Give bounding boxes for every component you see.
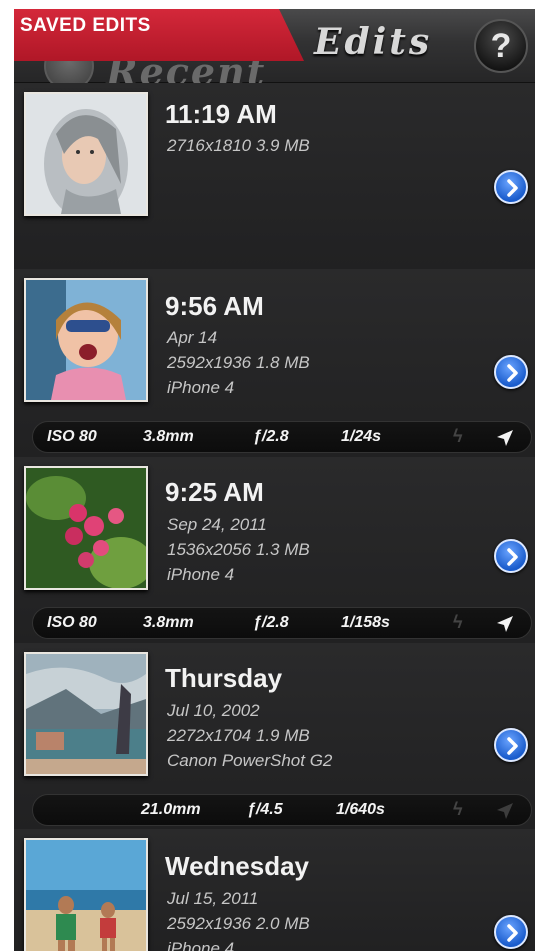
edit-time: Wednesday	[165, 851, 310, 881]
edit-time: 11:19 AM	[165, 99, 277, 129]
edit-meta: Apr 14 2592x1936 1.8 MB iPhone 4	[167, 325, 310, 400]
edit-meta: 2716x1810 3.9 MB	[167, 133, 310, 158]
edit-dimensions: 2592x1936 2.0 MB	[167, 914, 310, 933]
exif-aperture: ƒ/2.8	[253, 614, 289, 631]
edit-row[interactable]: 9:56 AM Apr 14 2592x1936 1.8 MB iPhone 4…	[14, 269, 535, 457]
edit-dimensions: 2716x1810 3.9 MB	[167, 136, 310, 155]
edit-date: Sep 24, 2011	[167, 515, 267, 534]
exif-focal-length: 3.8mm	[143, 614, 194, 631]
flash-icon: ϟ	[453, 426, 463, 446]
location-arrow-icon	[497, 803, 513, 819]
photo-thumbnail	[24, 466, 148, 590]
exif-aperture: ƒ/2.8	[253, 428, 289, 445]
chevron-right-icon[interactable]	[494, 539, 528, 573]
edit-row[interactable]: 11:19 AM 2716x1810 3.9 MB	[14, 83, 535, 269]
edit-time: 9:56 AM	[165, 291, 264, 321]
edit-dimensions: 1536x2056 1.3 MB	[167, 540, 310, 559]
edit-row[interactable]: Thursday Jul 10, 2002 2272x1704 1.9 MB C…	[14, 643, 535, 829]
edit-date: Apr 14	[167, 328, 218, 347]
edit-row[interactable]: 9:25 AM Sep 24, 2011 1536x2056 1.3 MB iP…	[14, 457, 535, 643]
chevron-right-icon[interactable]	[494, 915, 528, 949]
edit-dimensions: 2592x1936 1.8 MB	[167, 353, 310, 372]
photo-thumbnail	[24, 278, 148, 402]
exif-bar: ISO 80 3.8mm ƒ/2.8 1/24s ϟ	[32, 421, 532, 453]
photo-thumbnail	[24, 652, 148, 776]
edit-time: 9:25 AM	[165, 477, 264, 507]
edit-row[interactable]: Wednesday Jul 15, 2011 2592x1936 2.0 MB …	[14, 829, 535, 951]
exif-bar: ISO 80 3.8mm ƒ/2.8 1/158s ϟ	[32, 607, 532, 639]
location-arrow-icon	[497, 616, 513, 632]
chevron-right-icon[interactable]	[494, 170, 528, 204]
edit-camera: iPhone 4	[167, 378, 235, 397]
edit-date: Jul 10, 2002	[167, 701, 260, 720]
chevron-right-icon[interactable]	[494, 728, 528, 762]
exif-focal-length: 21.0mm	[141, 801, 201, 818]
exif-shutter: 1/158s	[341, 614, 390, 631]
photo-thumbnail	[24, 838, 148, 951]
top-bar: Recent SAVED EDITS Edits ?	[14, 9, 535, 94]
flash-icon: ϟ	[453, 612, 463, 632]
exif-iso: ISO 80	[47, 428, 97, 445]
location-arrow-icon	[497, 430, 513, 446]
edit-meta: Sep 24, 2011 1536x2056 1.3 MB iPhone 4	[167, 512, 310, 587]
edit-meta: Jul 10, 2002 2272x1704 1.9 MB Canon Powe…	[167, 698, 332, 773]
edit-date: Jul 15, 2011	[167, 889, 259, 908]
saved-edits-label: SAVED EDITS	[20, 15, 151, 36]
saved-edits-tab[interactable]: SAVED EDITS	[14, 9, 304, 61]
exif-shutter: 1/24s	[341, 428, 382, 445]
flash-icon: ϟ	[453, 799, 463, 819]
edit-dimensions: 2272x1704 1.9 MB	[167, 726, 310, 745]
edit-meta: Jul 15, 2011 2592x1936 2.0 MB iPhone 4	[167, 886, 310, 951]
exif-aperture: ƒ/4.5	[247, 801, 283, 818]
exif-iso: ISO 80	[47, 614, 97, 631]
app-screen: Recent SAVED EDITS Edits ? 11:19 AM 2716…	[14, 9, 535, 951]
exif-focal-length: 3.8mm	[143, 428, 194, 445]
photo-thumbnail	[24, 92, 148, 216]
edit-time: Thursday	[165, 663, 283, 693]
edit-camera: iPhone 4	[167, 939, 235, 951]
help-button[interactable]: ?	[474, 19, 528, 73]
edit-camera: Canon PowerShot G2	[167, 751, 333, 770]
exif-bar: 21.0mm ƒ/4.5 1/640s ϟ	[32, 794, 532, 826]
exif-shutter: 1/640s	[336, 801, 385, 818]
page-title: Edits	[314, 21, 433, 63]
edit-camera: iPhone 4	[167, 565, 235, 584]
chevron-right-icon[interactable]	[494, 355, 528, 389]
